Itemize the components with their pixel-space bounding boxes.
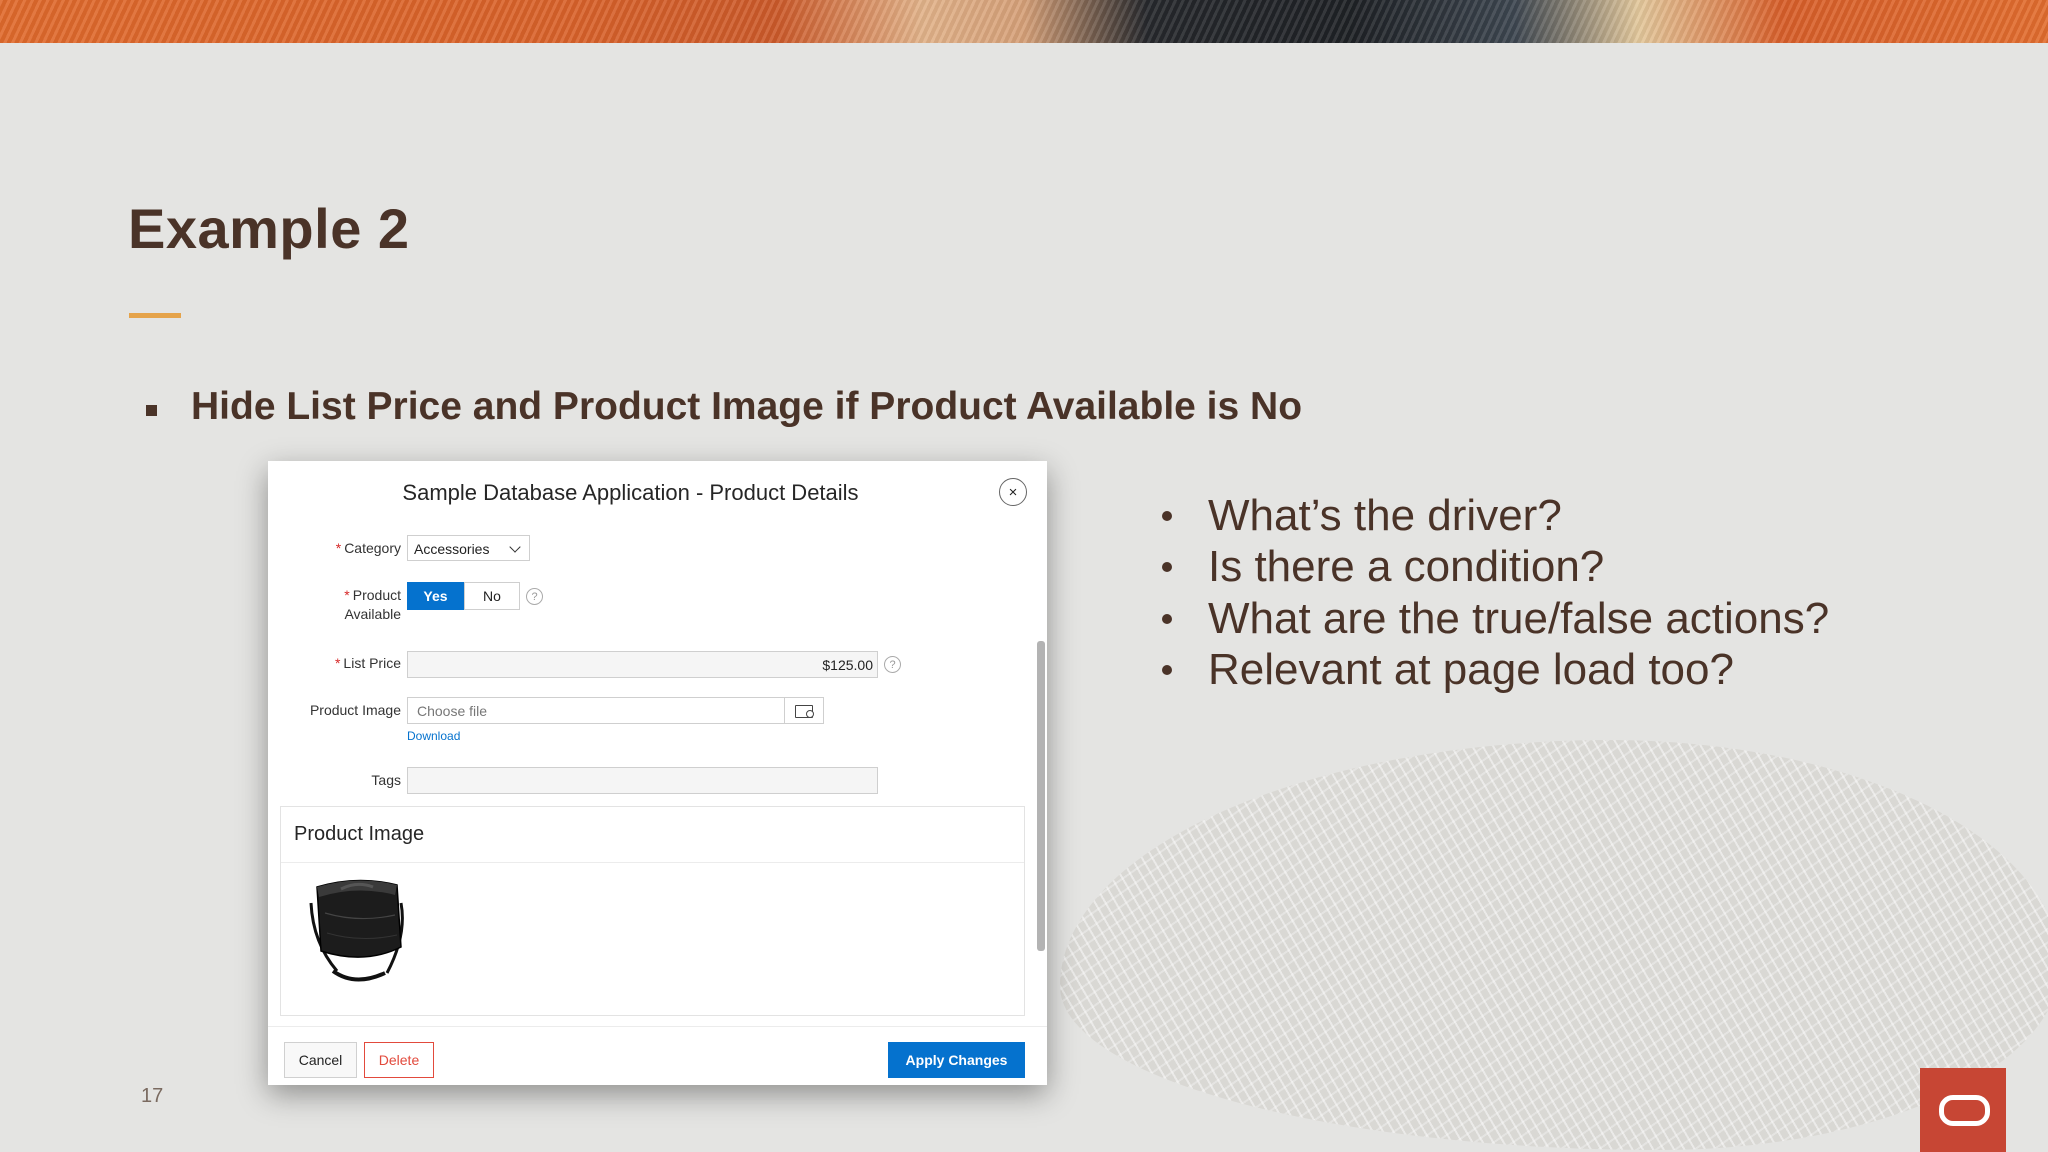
category-label: * Category xyxy=(335,540,401,556)
list-item: What are the true/false actions? xyxy=(1160,593,1829,645)
required-marker: * xyxy=(335,540,342,556)
scrollbar[interactable] xyxy=(1037,641,1045,951)
bullet-icon xyxy=(1162,665,1172,676)
category-select[interactable]: Accessories xyxy=(407,535,530,561)
download-link[interactable]: Download xyxy=(407,729,460,743)
help-icon[interactable]: ? xyxy=(884,656,901,673)
required-marker: * xyxy=(344,587,350,603)
no-option[interactable]: No xyxy=(464,582,520,610)
list-item: What’s the driver? xyxy=(1160,490,1829,542)
title-underline xyxy=(129,313,181,318)
oracle-logo xyxy=(1920,1068,2006,1152)
yes-option[interactable]: Yes xyxy=(407,582,464,610)
product-image-region: Product Image xyxy=(280,806,1025,1016)
bullet-icon xyxy=(1162,562,1172,573)
product-image-label: Product Image xyxy=(309,702,401,718)
list-price-input[interactable]: $125.00 xyxy=(407,651,878,678)
question-list: What’s the driver? Is there a condition?… xyxy=(1160,490,1829,696)
region-title: Product Image xyxy=(294,823,425,845)
page-number: 17 xyxy=(141,1085,164,1107)
slide: Example 2 Hide List Price and Product Im… xyxy=(0,0,2048,1152)
delete-button[interactable]: Delete xyxy=(364,1042,434,1078)
dialog-footer: Cancel Delete Apply Changes xyxy=(268,1026,1047,1085)
bullet-icon xyxy=(1162,613,1172,624)
tags-input[interactable] xyxy=(407,767,878,794)
slide-title: Example 2 xyxy=(128,197,410,260)
help-icon[interactable]: ? xyxy=(526,588,543,605)
close-button[interactable]: × xyxy=(999,478,1027,506)
bullet-icon xyxy=(1162,510,1172,521)
cancel-button[interactable]: Cancel xyxy=(284,1042,357,1078)
close-icon: × xyxy=(1008,483,1018,501)
list-item: Relevant at page load too? xyxy=(1160,645,1829,697)
product-available-toggle: Yes No xyxy=(407,582,520,610)
search-icon xyxy=(806,710,814,718)
chevron-down-icon xyxy=(509,541,521,553)
dialog-title: Sample Database Application - Product De… xyxy=(402,480,859,505)
top-banner-image xyxy=(0,0,2048,43)
oracle-ring-icon xyxy=(1939,1095,1990,1126)
texture-decoration xyxy=(1060,740,2048,1150)
product-image-file-input[interactable]: Choose file xyxy=(407,697,785,724)
required-marker: * xyxy=(334,655,341,671)
product-image xyxy=(309,879,404,982)
product-available-label: * Product Available xyxy=(344,587,401,622)
tags-label: Tags xyxy=(371,772,401,788)
product-details-dialog: Sample Database Application - Product De… xyxy=(268,461,1047,1085)
square-bullet-icon xyxy=(146,404,157,416)
browse-button[interactable] xyxy=(784,697,824,724)
region-header: Product Image xyxy=(281,807,1024,863)
apply-changes-button[interactable]: Apply Changes xyxy=(888,1042,1025,1078)
main-bullet: Hide List Price and Product Image if Pro… xyxy=(146,385,1302,429)
list-item: Is there a condition? xyxy=(1160,542,1829,594)
list-price-label: * List Price xyxy=(334,655,401,671)
main-bullet-text: Hide List Price and Product Image if Pro… xyxy=(191,385,1303,428)
